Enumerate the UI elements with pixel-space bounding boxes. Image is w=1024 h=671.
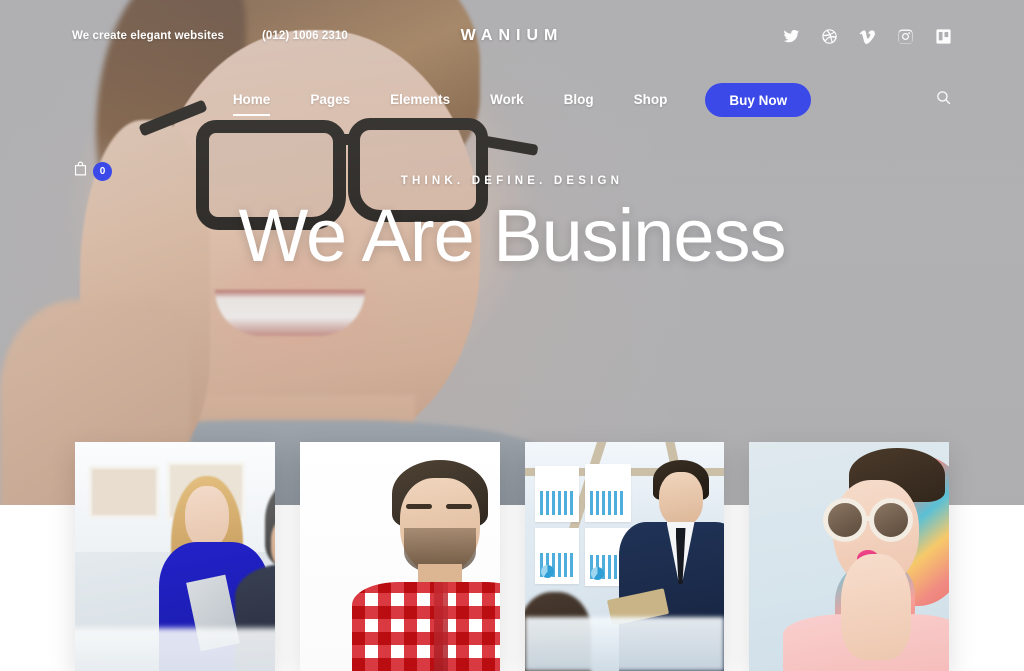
nav-item-work[interactable]: Work: [470, 72, 544, 128]
nav-item-shop[interactable]: Shop: [614, 72, 688, 128]
nav-item-elements[interactable]: Elements: [370, 72, 470, 128]
search-button[interactable]: [935, 72, 952, 128]
main-navigation-bar: 0 Home Pages Elements Work Blog Shop Buy…: [0, 72, 1024, 181]
hero-kicker: THINK. DEFINE. DESIGN: [400, 175, 624, 187]
image-card-4[interactable]: [749, 442, 949, 671]
trello-icon[interactable]: [935, 28, 952, 45]
hero-headline: We Are Business: [238, 194, 786, 277]
cart-count-badge: 0: [93, 161, 112, 181]
card-image-office-meeting: [75, 442, 275, 671]
search-icon: [935, 89, 952, 111]
buy-now-button[interactable]: Buy Now: [705, 83, 812, 117]
card-image-man-checked-shirt: [299, 442, 500, 671]
nav-item-blog[interactable]: Blog: [544, 72, 614, 128]
nav-item-home[interactable]: Home: [213, 72, 291, 128]
image-card-row: [0, 442, 1024, 671]
instagram-icon[interactable]: [897, 28, 914, 45]
image-card-2[interactable]: [299, 442, 500, 671]
card-image-fashion-portrait: [749, 442, 949, 671]
top-bar: We create elegant websites (012) 1006 23…: [0, 0, 1024, 72]
card-image-business-presentation: [524, 442, 725, 671]
landing-page: We create elegant websites (012) 1006 23…: [0, 0, 1024, 671]
hero-content: THINK. DEFINE. DESIGN We Are Business: [0, 175, 1024, 278]
shopping-bag-icon: [72, 160, 89, 182]
vimeo-icon[interactable]: [859, 28, 876, 45]
image-card-1[interactable]: [75, 442, 275, 671]
nav-item-pages[interactable]: Pages: [290, 72, 370, 128]
twitter-icon[interactable]: [783, 28, 800, 45]
cart-button[interactable]: 0: [72, 160, 112, 182]
dribbble-icon[interactable]: [821, 28, 838, 45]
nav-menu: Home Pages Elements Work Blog Shop Buy N…: [0, 72, 1024, 128]
image-card-3[interactable]: [524, 442, 725, 671]
